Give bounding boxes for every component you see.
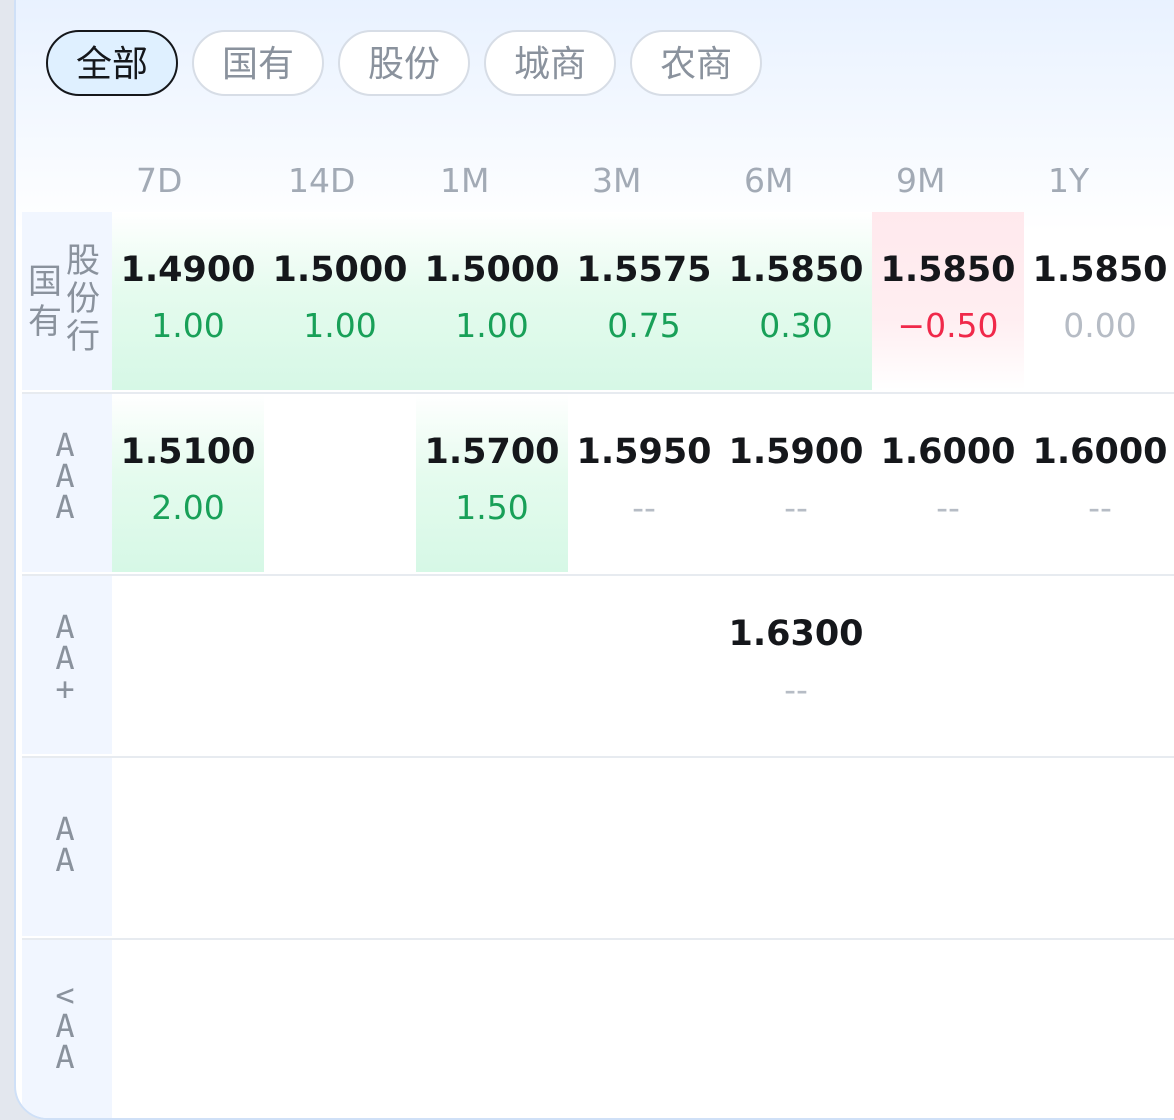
rate-cell[interactable]: 1.5000 1.00 (416, 212, 568, 390)
rate-value: 1.6300 (728, 614, 864, 654)
row-label-text: A A (55, 810, 75, 879)
tenor-header-1m: 1M (440, 161, 490, 200)
rate-cell (720, 940, 872, 1118)
row-label: A A (22, 758, 112, 936)
tab-state-owned[interactable]: 国有 (192, 30, 325, 96)
rate-value: 1.5900 (728, 432, 864, 472)
tenor-header-3m: 3M (592, 161, 642, 200)
row-label-sub: 股份行 (66, 241, 100, 357)
rate-cell (264, 576, 416, 754)
rate-cell[interactable]: 1.6300 -- (720, 576, 872, 754)
tab-rural-commercial[interactable]: 农商 (630, 30, 763, 96)
rate-value: 1.5100 (120, 432, 256, 472)
rate-change: -- (784, 670, 808, 709)
rate-cell (264, 940, 416, 1118)
row-label-text: < A A (55, 976, 75, 1076)
rate-cell[interactable]: 1.5700 1.50 (416, 394, 568, 572)
row-label: A A A (22, 394, 112, 572)
rate-cell (112, 576, 264, 754)
rate-cell[interactable]: 1.5850 −0.50 (872, 212, 1024, 390)
rate-cell[interactable]: 1.5850 0.00 (1024, 212, 1174, 390)
rate-cell[interactable]: 1.4900 1.00 (112, 212, 264, 390)
rate-cell (416, 940, 568, 1118)
rate-cell (872, 576, 1024, 754)
rate-value: 1.5850 (728, 250, 864, 290)
row-label-text: A A A (55, 426, 75, 526)
rate-cell (720, 758, 872, 936)
rate-cell[interactable]: 1.6000 -- (1024, 394, 1174, 572)
tenor-header-7d: 7D (136, 161, 183, 200)
rate-change: 1.00 (151, 306, 225, 345)
tenor-header-14d: 14D (288, 161, 356, 200)
row-aa[interactable]: A A (22, 758, 1174, 940)
rate-change: 1.00 (455, 306, 529, 345)
row-below-aa[interactable]: < A A (22, 940, 1174, 1118)
rate-matrix-card: 全部 国有 股份 城商 农商 7D 14D 1M 3M 6M 9M 1Y 国有股… (14, 0, 1174, 1120)
row-aaa[interactable]: A A A 1.5100 2.00 1.5700 1.50 1.5950 -- 1.5900 -… (22, 394, 1174, 576)
rate-change: −0.50 (897, 306, 999, 345)
rate-cell (416, 758, 568, 936)
tab-all[interactable]: 全部 (46, 30, 179, 96)
row-label: A A + (22, 576, 112, 754)
rate-change: -- (1088, 488, 1112, 527)
rate-value: 1.5850 (1032, 250, 1168, 290)
tab-city-commercial[interactable]: 城商 (484, 30, 617, 96)
rate-value: 1.5850 (880, 250, 1016, 290)
rate-cell (1024, 576, 1174, 754)
rate-change: 0.75 (607, 306, 681, 345)
rate-cell (872, 758, 1024, 936)
row-state-joint-stock[interactable]: 国有 股份行 1.4900 1.00 1.5000 1.00 1.5000 1.00 1.557… (22, 212, 1174, 394)
rate-cell (112, 758, 264, 936)
rate-cell (416, 576, 568, 754)
rate-cell (1024, 940, 1174, 1118)
row-label: < A A (22, 940, 112, 1118)
tab-joint-stock[interactable]: 股份 (338, 30, 471, 96)
rate-cell (112, 940, 264, 1118)
rate-cell (568, 758, 720, 936)
rate-grid: 国有 股份行 1.4900 1.00 1.5000 1.00 1.5000 1.00 1.557… (22, 212, 1174, 1118)
rate-change: 2.00 (151, 488, 225, 527)
rate-value: 1.6000 (880, 432, 1016, 472)
rate-cell[interactable]: 1.5850 0.30 (720, 212, 872, 390)
row-label-main: 国有 (28, 262, 62, 342)
row-label: 国有 股份行 (22, 212, 112, 390)
rate-change: -- (936, 488, 960, 527)
rate-change: 1.50 (455, 488, 529, 527)
tenor-header-1y: 1Y (1048, 161, 1090, 200)
row-label-text: A A + (55, 608, 75, 708)
rate-value: 1.5000 (272, 250, 408, 290)
rate-cell (264, 758, 416, 936)
rate-change: -- (784, 488, 808, 527)
rate-cell[interactable]: 1.5100 2.00 (112, 394, 264, 572)
tenor-header: 7D 14D 1M 3M 6M 9M 1Y (112, 161, 1174, 200)
rate-change: 0.30 (759, 306, 833, 345)
rate-cell[interactable]: 1.5900 -- (720, 394, 872, 572)
tenor-header-6m: 6M (744, 161, 794, 200)
rate-cell[interactable]: 1.6000 -- (872, 394, 1024, 572)
rate-value: 1.5575 (576, 250, 712, 290)
rate-value: 1.5700 (424, 432, 560, 472)
rate-change: -- (632, 488, 656, 527)
rate-cell[interactable]: 1.5000 1.00 (264, 212, 416, 390)
rate-change: 0.00 (1063, 306, 1137, 345)
rate-cell[interactable]: 1.5575 0.75 (568, 212, 720, 390)
row-aa-plus[interactable]: A A + 1.6300 -- (22, 576, 1174, 758)
rate-cell (872, 940, 1024, 1118)
bank-type-tabs: 全部 国有 股份 城商 农商 (46, 30, 763, 96)
rate-cell[interactable]: 1.5950 -- (568, 394, 720, 572)
rate-cell (264, 394, 416, 572)
rate-value: 1.5950 (576, 432, 712, 472)
rate-cell (568, 940, 720, 1118)
tenor-header-9m: 9M (896, 161, 946, 200)
rate-value: 1.6000 (1032, 432, 1168, 472)
rate-value: 1.5000 (424, 250, 560, 290)
rate-value: 1.4900 (120, 250, 256, 290)
rate-cell (1024, 758, 1174, 936)
rate-cell (568, 576, 720, 754)
rate-change: 1.00 (303, 306, 377, 345)
